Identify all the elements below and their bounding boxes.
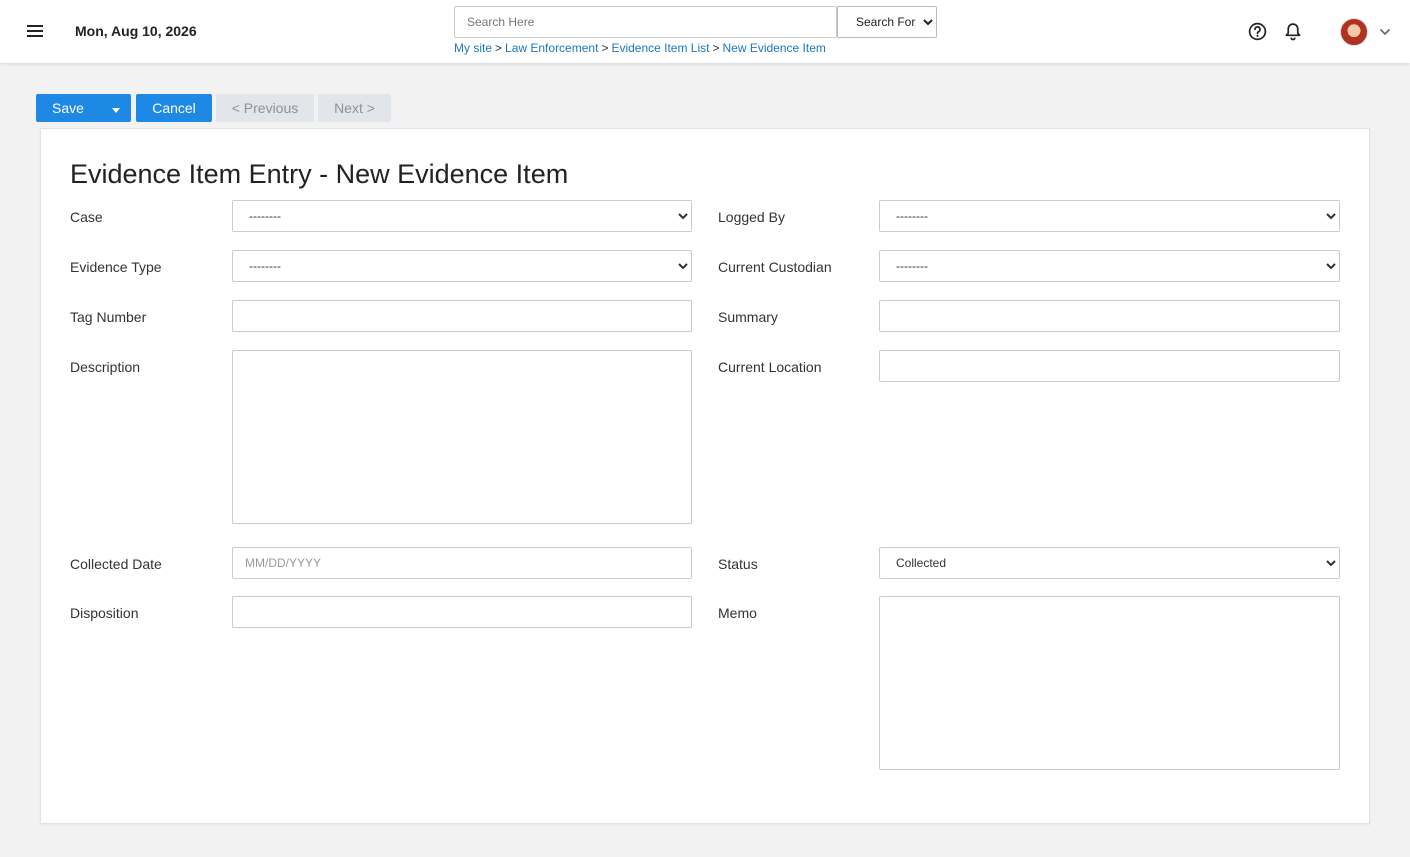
summary-label: Summary	[718, 309, 778, 325]
search-input[interactable]	[454, 6, 837, 38]
save-options-dropdown[interactable]	[100, 94, 131, 122]
current-custodian-select[interactable]: --------	[879, 250, 1340, 282]
bell-icon[interactable]	[1284, 22, 1302, 41]
case-select[interactable]: --------	[232, 200, 692, 232]
tag-number-input[interactable]	[232, 300, 692, 332]
menu-icon[interactable]	[27, 23, 45, 41]
breadcrumb-my-site[interactable]: My site	[454, 41, 492, 55]
memo-label: Memo	[718, 605, 757, 621]
current-location-input[interactable]	[879, 350, 1340, 382]
previous-button[interactable]: < Previous	[216, 94, 314, 122]
current-date: Mon, Aug 10, 2026	[75, 23, 197, 39]
description-textarea[interactable]	[232, 350, 692, 524]
description-label: Description	[70, 359, 141, 375]
current-custodian-label: Current Custodian	[718, 259, 832, 275]
logged-by-label: Logged By	[718, 209, 785, 225]
top-bar: Mon, Aug 10, 2026 Search For... My site>…	[0, 0, 1410, 63]
evidence-type-select[interactable]: --------	[232, 250, 692, 282]
save-button[interactable]: Save	[36, 94, 100, 122]
current-location-label: Current Location	[718, 359, 822, 375]
user-avatar[interactable]	[1340, 18, 1368, 46]
chevron-down-icon[interactable]	[1378, 25, 1392, 39]
breadcrumb-law-enforcement[interactable]: Law Enforcement	[505, 41, 598, 55]
breadcrumb-evidence-item-list[interactable]: Evidence Item List	[611, 41, 709, 55]
evidence-item-form: Evidence Item Entry - New Evidence Item …	[40, 128, 1370, 824]
next-button[interactable]: Next >	[318, 94, 391, 122]
disposition-input[interactable]	[232, 596, 692, 628]
breadcrumb: My site > Law Enforcement > Evidence Item Li…	[454, 41, 826, 55]
evidence-type-label: Evidence Type	[70, 259, 162, 275]
status-label: Status	[718, 556, 758, 572]
tag-number-label: Tag Number	[70, 309, 147, 325]
status-select[interactable]: Collected	[879, 547, 1340, 579]
breadcrumb-new-evidence-item[interactable]: New Evidence Item	[723, 41, 826, 55]
cancel-button[interactable]: Cancel	[136, 94, 212, 122]
case-label: Case	[70, 209, 103, 225]
logged-by-select[interactable]: --------	[879, 200, 1340, 232]
disposition-label: Disposition	[70, 605, 139, 621]
summary-input[interactable]	[879, 300, 1340, 332]
memo-textarea[interactable]	[879, 596, 1340, 770]
help-icon[interactable]	[1248, 22, 1267, 41]
collected-date-input[interactable]	[232, 547, 692, 579]
collected-date-label: Collected Date	[70, 556, 162, 572]
page-title: Evidence Item Entry - New Evidence Item	[70, 159, 569, 189]
caret-down-icon	[111, 108, 120, 113]
search-for-select[interactable]: Search For...	[837, 6, 937, 38]
